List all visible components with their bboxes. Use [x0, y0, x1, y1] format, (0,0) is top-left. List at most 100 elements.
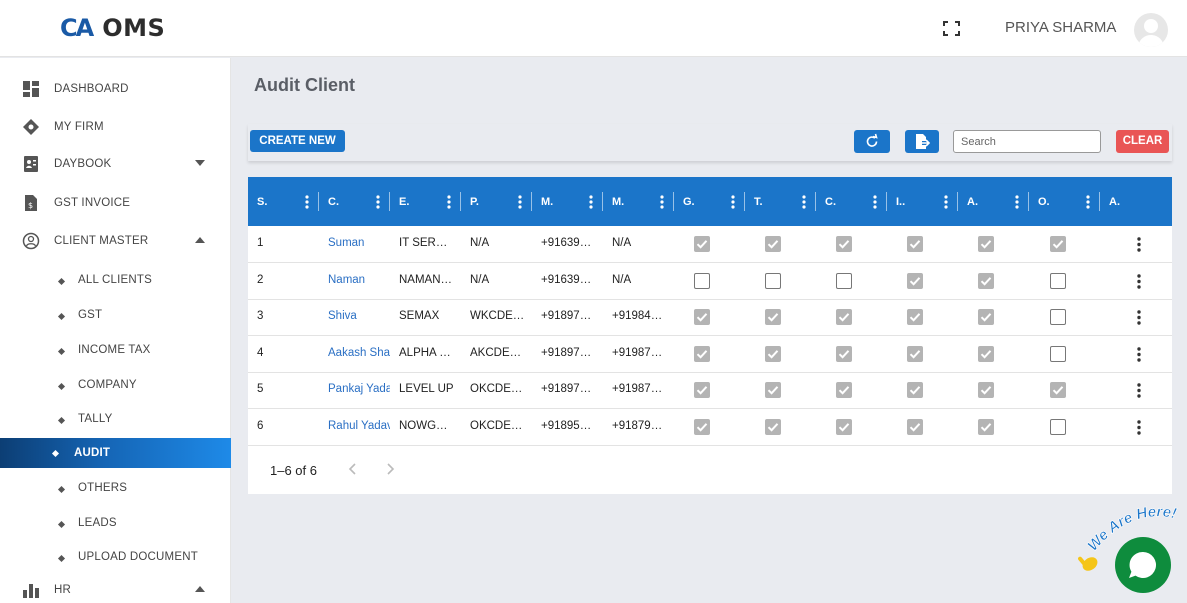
- column-menu-icon[interactable]: [447, 195, 451, 209]
- table-row[interactable]: 5 Pankaj Yada LEVEL UP OKCDE… +91897… +91987…: [248, 372, 1172, 409]
- checkbox-checked[interactable]: [978, 236, 994, 252]
- checkbox-checked[interactable]: [694, 382, 710, 398]
- checkbox-checked[interactable]: [978, 345, 994, 362]
- checkbox-checked[interactable]: [1050, 236, 1066, 252]
- sidebar-subitem-leads[interactable]: LEADS: [0, 507, 231, 541]
- column-header[interactable]: C.: [319, 177, 390, 226]
- checkbox-checked[interactable]: [836, 309, 852, 325]
- checkbox-checked[interactable]: [978, 418, 994, 435]
- refresh-button[interactable]: [854, 130, 890, 153]
- checkbox-unchecked[interactable]: [1050, 272, 1066, 289]
- column-menu-icon[interactable]: [518, 195, 522, 209]
- client-name-link[interactable]: Naman: [328, 274, 390, 286]
- checkbox-unchecked[interactable]: [1050, 309, 1066, 325]
- column-menu-icon[interactable]: [1086, 195, 1090, 209]
- checkbox-unchecked[interactable]: [1050, 418, 1066, 435]
- column-header[interactable]: A.: [1100, 177, 1171, 226]
- avatar[interactable]: [1134, 13, 1168, 47]
- sidebar-item-daybook[interactable]: DAYBOOK: [0, 146, 231, 182]
- user-name[interactable]: PRIYA SHARMA: [1005, 19, 1116, 36]
- checkbox-checked[interactable]: [907, 236, 923, 252]
- table-row[interactable]: 4 Aakash Shar ALPHA … AKCDE… +91897… +91987…: [248, 336, 1172, 373]
- table-row[interactable]: 2 Naman NAMAN… N/A +91639… N/A: [248, 263, 1172, 300]
- column-header[interactable]: E.: [390, 177, 461, 226]
- column-header[interactable]: P.: [461, 177, 532, 226]
- export-button[interactable]: [905, 130, 939, 153]
- checkbox-checked[interactable]: [907, 345, 923, 362]
- sidebar-item-client-master[interactable]: CLIENT MASTER: [0, 223, 231, 259]
- search-input[interactable]: [953, 130, 1101, 153]
- column-header[interactable]: I..: [887, 177, 958, 226]
- column-header[interactable]: G.: [674, 177, 745, 226]
- checkbox-checked[interactable]: [907, 418, 923, 435]
- checkbox-unchecked[interactable]: [1050, 345, 1066, 362]
- table-row[interactable]: 1 Suman IT SER… N/A +91639… N/A: [248, 226, 1172, 263]
- column-header[interactable]: T.: [745, 177, 816, 226]
- row-actions-icon[interactable]: [1137, 383, 1141, 398]
- checkbox-checked[interactable]: [978, 309, 994, 325]
- fullscreen-icon[interactable]: [943, 21, 960, 36]
- row-actions-icon[interactable]: [1137, 273, 1141, 289]
- clear-button[interactable]: CLEAR: [1116, 130, 1169, 153]
- client-name-link[interactable]: Suman: [328, 237, 390, 249]
- checkbox-checked[interactable]: [1050, 382, 1066, 398]
- sidebar-subitem-others[interactable]: OTHERS: [0, 472, 231, 506]
- column-header[interactable]: A.: [958, 177, 1029, 226]
- column-menu-icon[interactable]: [589, 195, 593, 209]
- sidebar-subitem-tally[interactable]: TALLY: [0, 403, 231, 437]
- client-name-link[interactable]: Aakash Shar: [328, 347, 390, 359]
- client-name-link[interactable]: Shiva: [328, 310, 390, 322]
- table-row[interactable]: 3 Shiva SEMAX WKCDE… +91897… +91984…: [248, 299, 1172, 336]
- client-name-link[interactable]: Pankaj Yada: [328, 383, 390, 395]
- sidebar-subitem-upload-document[interactable]: UPLOAD DOCUMENT: [0, 541, 231, 575]
- sidebar-subitem-all-clients[interactable]: ALL CLIENTS: [0, 264, 231, 298]
- column-menu-icon[interactable]: [376, 195, 380, 209]
- checkbox-unchecked[interactable]: [694, 272, 710, 289]
- column-header[interactable]: M.: [603, 177, 674, 226]
- checkbox-checked[interactable]: [765, 418, 781, 435]
- column-header[interactable]: S.: [248, 177, 319, 226]
- chevron-left-icon[interactable]: [347, 461, 359, 477]
- checkbox-checked[interactable]: [765, 382, 781, 398]
- create-new-button[interactable]: CREATE NEW: [250, 130, 345, 152]
- column-header[interactable]: M.: [532, 177, 603, 226]
- client-name-link[interactable]: Rahul Yadav: [328, 420, 390, 432]
- sidebar-subitem-audit[interactable]: AUDIT: [0, 438, 231, 468]
- checkbox-checked[interactable]: [907, 309, 923, 325]
- row-actions-icon[interactable]: [1137, 310, 1141, 325]
- table-row[interactable]: 6 Rahul Yadav NOWG… OKCDE… +91895… +91879…: [248, 409, 1172, 446]
- sidebar-item-gst-invoice[interactable]: $ GST INVOICE: [0, 185, 231, 221]
- column-menu-icon[interactable]: [802, 195, 806, 209]
- sidebar-item-my-firm[interactable]: MY FIRM: [0, 109, 231, 145]
- app-logo[interactable]: CA OMS: [60, 14, 165, 42]
- sidebar-subitem-income-tax[interactable]: INCOME TAX: [0, 334, 231, 368]
- checkbox-checked[interactable]: [907, 272, 923, 289]
- checkbox-unchecked[interactable]: [765, 272, 781, 289]
- sidebar-subitem-company[interactable]: COMPANY: [0, 369, 231, 403]
- checkbox-checked[interactable]: [907, 382, 923, 398]
- checkbox-checked[interactable]: [836, 236, 852, 252]
- chevron-right-icon[interactable]: [384, 461, 396, 477]
- column-menu-icon[interactable]: [660, 195, 664, 209]
- checkbox-checked[interactable]: [694, 236, 710, 252]
- row-actions-icon[interactable]: [1137, 346, 1141, 362]
- checkbox-unchecked[interactable]: [836, 272, 852, 289]
- sidebar-item-hr[interactable]: HR: [0, 572, 231, 603]
- column-menu-icon[interactable]: [731, 195, 735, 209]
- sidebar-subitem-gst[interactable]: GST: [0, 299, 231, 333]
- chat-button[interactable]: [1115, 537, 1171, 593]
- column-menu-icon[interactable]: [944, 195, 948, 209]
- checkbox-checked[interactable]: [765, 345, 781, 362]
- row-actions-icon[interactable]: [1137, 237, 1141, 252]
- column-header[interactable]: C.: [816, 177, 887, 226]
- checkbox-checked[interactable]: [765, 236, 781, 252]
- checkbox-checked[interactable]: [978, 272, 994, 289]
- column-menu-icon[interactable]: [1015, 195, 1019, 209]
- checkbox-checked[interactable]: [694, 309, 710, 325]
- column-menu-icon[interactable]: [873, 195, 877, 209]
- checkbox-checked[interactable]: [694, 345, 710, 362]
- sidebar-item-dashboard[interactable]: DASHBOARD: [0, 71, 231, 107]
- row-actions-icon[interactable]: [1137, 419, 1141, 435]
- checkbox-checked[interactable]: [836, 418, 852, 435]
- column-menu-icon[interactable]: [305, 195, 309, 209]
